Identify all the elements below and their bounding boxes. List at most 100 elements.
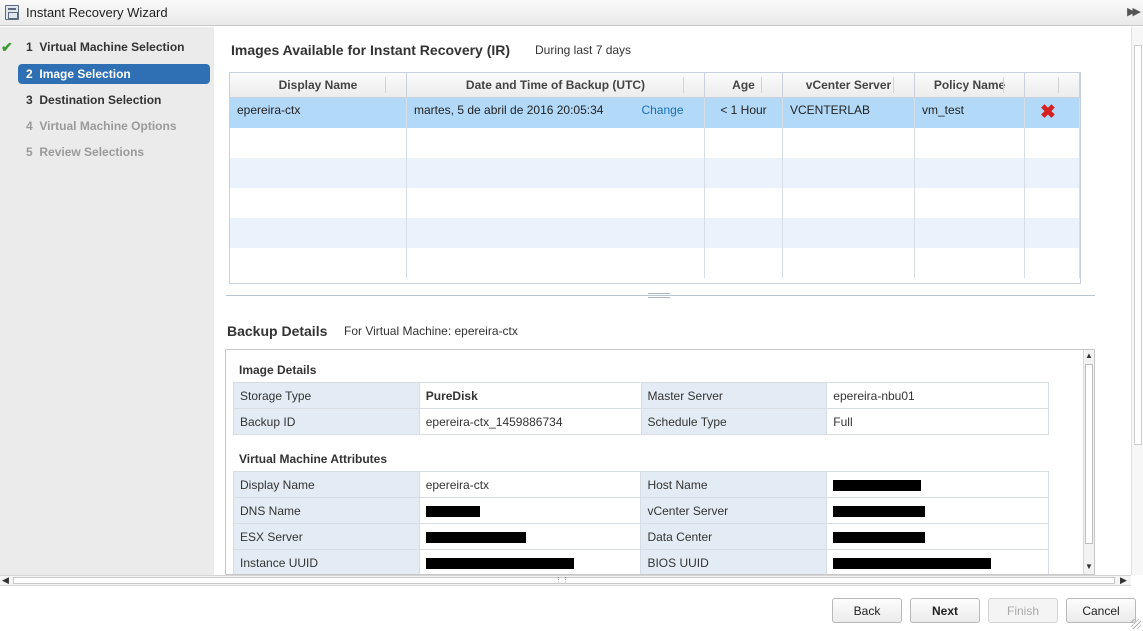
step-label: Image Selection bbox=[39, 67, 131, 81]
redaction-bar bbox=[425, 557, 574, 569]
cancel-button[interactable]: Cancel bbox=[1066, 598, 1136, 623]
step-destination-selection[interactable]: 3 Destination Selection bbox=[18, 90, 210, 110]
label-host-name: Host Name bbox=[640, 471, 828, 498]
collapse-panel-icon[interactable]: ▶▶ bbox=[1127, 5, 1141, 18]
value-master-server: epereira-nbu01 bbox=[826, 382, 1049, 409]
scroll-left-icon[interactable]: ◀ bbox=[2, 575, 9, 586]
title-bar: Instant Recovery Wizard ▶▶ bbox=[0, 0, 1143, 26]
redaction-bar bbox=[425, 531, 526, 543]
label-dns-name: DNS Name bbox=[233, 497, 420, 524]
column-header-actions bbox=[1025, 73, 1080, 97]
vm-attributes-table: Display Name epereira-ctx Host Name DNS … bbox=[233, 471, 1049, 574]
value-vcenter-server-redacted bbox=[826, 497, 1049, 524]
redaction-bar bbox=[833, 531, 926, 543]
cell-actions: ✖ bbox=[1025, 98, 1080, 128]
scroll-up-icon[interactable]: ▲ bbox=[1085, 351, 1093, 360]
step-label: Destination Selection bbox=[39, 93, 162, 107]
value-display-name: epereira-ctx bbox=[418, 471, 642, 498]
step-virtual-machine-selection[interactable]: ✔ 1 Virtual Machine Selection bbox=[1, 37, 210, 57]
value-bios-uuid-redacted bbox=[826, 549, 1049, 574]
datetime-text: martes, 5 de abril de 2016 20:05:34 bbox=[414, 103, 604, 117]
table-row: DNS Name vCenter Server bbox=[233, 497, 1049, 524]
step-number: 5 bbox=[26, 145, 33, 159]
step-review-selections: 5 Review Selections bbox=[18, 142, 210, 162]
scroll-down-icon[interactable]: ▼ bbox=[1085, 562, 1093, 571]
image-details-heading: Image Details bbox=[239, 363, 317, 377]
finish-button: Finish bbox=[988, 598, 1058, 623]
next-button[interactable]: Next bbox=[910, 598, 980, 623]
empty-row bbox=[230, 188, 1080, 218]
table-row: Backup ID epereira-ctx_1459886734 Schedu… bbox=[233, 408, 1049, 435]
wizard-footer: Back Next Finish Cancel bbox=[0, 587, 1143, 631]
splitter-grip-icon[interactable] bbox=[648, 293, 670, 298]
delete-icon[interactable]: ✖ bbox=[1025, 98, 1056, 128]
table-row: ESX Server Data Center bbox=[233, 523, 1049, 550]
horizontal-scrollbar[interactable]: ◀ ⋮⋮ ▶ bbox=[0, 575, 1131, 586]
table-row: Instance UUID BIOS UUID bbox=[233, 549, 1049, 574]
empty-row bbox=[230, 158, 1080, 188]
value-storage-type: PureDisk bbox=[418, 382, 642, 409]
backup-details-panel: Image Details Storage Type PureDisk Mast… bbox=[225, 349, 1095, 575]
cell-display-name: epereira-ctx bbox=[230, 98, 407, 128]
details-vertical-scrollbar[interactable]: ▲ ▼ bbox=[1083, 350, 1094, 574]
step-number: 4 bbox=[26, 119, 33, 133]
label-esx-server: ESX Server bbox=[233, 523, 420, 550]
scroll-thumb[interactable] bbox=[1134, 45, 1142, 445]
label-master-server: Master Server bbox=[640, 382, 828, 409]
column-header-datetime[interactable]: Date and Time of Backup (UTC) bbox=[407, 73, 705, 97]
back-button[interactable]: Back bbox=[832, 598, 902, 623]
empty-row bbox=[230, 218, 1080, 248]
step-label: Virtual Machine Options bbox=[39, 119, 177, 133]
step-virtual-machine-options: 4 Virtual Machine Options bbox=[18, 116, 210, 136]
label-bios-uuid: BIOS UUID bbox=[640, 549, 828, 574]
backup-details-subtitle: For Virtual Machine: epereira-ctx bbox=[344, 324, 518, 338]
step-number: 3 bbox=[26, 93, 33, 107]
wizard-app-icon bbox=[5, 5, 19, 20]
value-host-name-redacted bbox=[826, 471, 1049, 498]
label-data-center: Data Center bbox=[640, 523, 828, 550]
scroll-right-icon[interactable]: ▶ bbox=[1120, 575, 1127, 586]
table-row[interactable]: epereira-ctx martes, 5 de abril de 2016 … bbox=[230, 98, 1080, 128]
column-header-display-name[interactable]: Display Name bbox=[230, 73, 407, 97]
step-label: Review Selections bbox=[39, 145, 145, 159]
wizard-steps-sidebar: ✔ 1 Virtual Machine Selection 2 Image Se… bbox=[0, 27, 214, 575]
main-panel: Images Available for Instant Recovery (I… bbox=[214, 27, 1131, 575]
redaction-bar bbox=[833, 557, 992, 569]
value-schedule-type: Full bbox=[826, 408, 1049, 435]
images-section-title: Images Available for Instant Recovery (I… bbox=[231, 42, 511, 58]
label-display-name: Display Name bbox=[233, 471, 420, 498]
redaction-bar bbox=[833, 479, 922, 491]
column-header-vcenter[interactable]: vCenter Server bbox=[783, 73, 915, 97]
vm-attributes-heading: Virtual Machine Attributes bbox=[239, 452, 388, 466]
step-image-selection[interactable]: 2 Image Selection bbox=[18, 64, 210, 84]
step-label: Virtual Machine Selection bbox=[39, 40, 185, 54]
label-vcenter-server: vCenter Server bbox=[640, 497, 828, 524]
redaction-bar bbox=[425, 505, 480, 517]
step-number: 2 bbox=[26, 67, 33, 81]
grid-header: Display Name Date and Time of Backup (UT… bbox=[230, 73, 1080, 98]
resize-grip-icon[interactable] bbox=[1131, 619, 1141, 629]
window-title: Instant Recovery Wizard bbox=[26, 5, 168, 20]
value-esx-server-redacted bbox=[418, 523, 642, 550]
scroll-thumb[interactable] bbox=[1085, 364, 1093, 544]
value-data-center-redacted bbox=[826, 523, 1049, 550]
label-schedule-type: Schedule Type bbox=[640, 408, 828, 435]
change-link[interactable]: Change bbox=[641, 103, 683, 117]
column-header-policy[interactable]: Policy Name bbox=[915, 73, 1025, 97]
table-row: Display Name epereira-ctx Host Name bbox=[233, 471, 1049, 498]
label-instance-uuid: Instance UUID bbox=[233, 549, 420, 574]
checkmark-icon: ✔ bbox=[1, 39, 13, 55]
scroll-grip-icon: ⋮⋮ bbox=[555, 577, 569, 584]
redaction-bar bbox=[833, 505, 926, 517]
images-section-subtitle: During last 7 days bbox=[535, 43, 632, 57]
empty-row bbox=[230, 248, 1080, 278]
cell-vcenter: VCENTERLAB bbox=[783, 98, 915, 128]
empty-row bbox=[230, 128, 1080, 158]
value-dns-name-redacted bbox=[418, 497, 642, 524]
column-header-age[interactable]: Age bbox=[705, 73, 783, 97]
backup-details-title: Backup Details bbox=[227, 323, 328, 339]
images-grid: Display Name Date and Time of Backup (UT… bbox=[229, 72, 1081, 284]
label-storage-type: Storage Type bbox=[233, 382, 420, 409]
cell-datetime: martes, 5 de abril de 2016 20:05:34 Chang… bbox=[407, 98, 705, 128]
main-vertical-scrollbar[interactable] bbox=[1131, 27, 1143, 575]
